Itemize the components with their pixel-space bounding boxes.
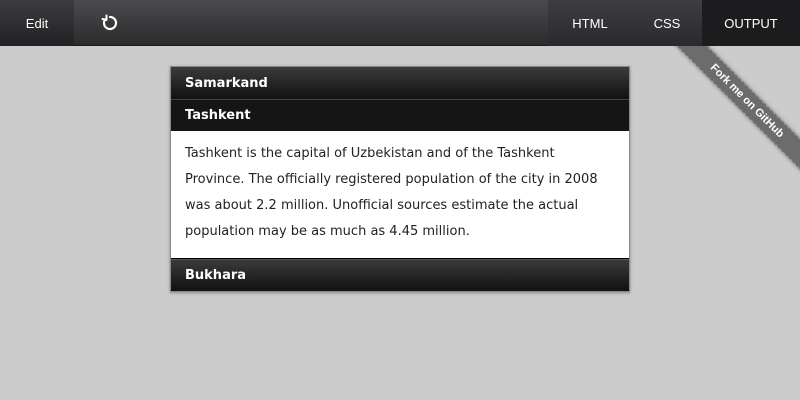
view-tabs: HTML CSS OUTPUT bbox=[548, 0, 800, 46]
github-ribbon-container: Fork me on GitHub bbox=[651, 46, 800, 195]
refresh-button[interactable] bbox=[92, 0, 128, 46]
tab-css[interactable]: CSS bbox=[632, 0, 702, 46]
city-accordion: Samarkand Tashkent Tashkent is the capit… bbox=[170, 66, 630, 292]
top-toolbar: Edit HTML CSS OUTPUT bbox=[0, 0, 800, 46]
fork-me-github-ribbon[interactable]: Fork me on GitHub bbox=[668, 46, 800, 180]
accordion-header-samarkand[interactable]: Samarkand bbox=[171, 67, 629, 99]
edit-button[interactable]: Edit bbox=[0, 0, 74, 46]
accordion-panel-tashkent: Tashkent is the capital of Uzbekistan an… bbox=[171, 131, 629, 259]
tab-output[interactable]: OUTPUT bbox=[702, 0, 800, 46]
accordion-header-tashkent[interactable]: Tashkent bbox=[171, 99, 629, 131]
refresh-icon bbox=[101, 14, 118, 31]
accordion-header-bukhara[interactable]: Bukhara bbox=[171, 259, 629, 291]
tab-html[interactable]: HTML bbox=[548, 0, 632, 46]
